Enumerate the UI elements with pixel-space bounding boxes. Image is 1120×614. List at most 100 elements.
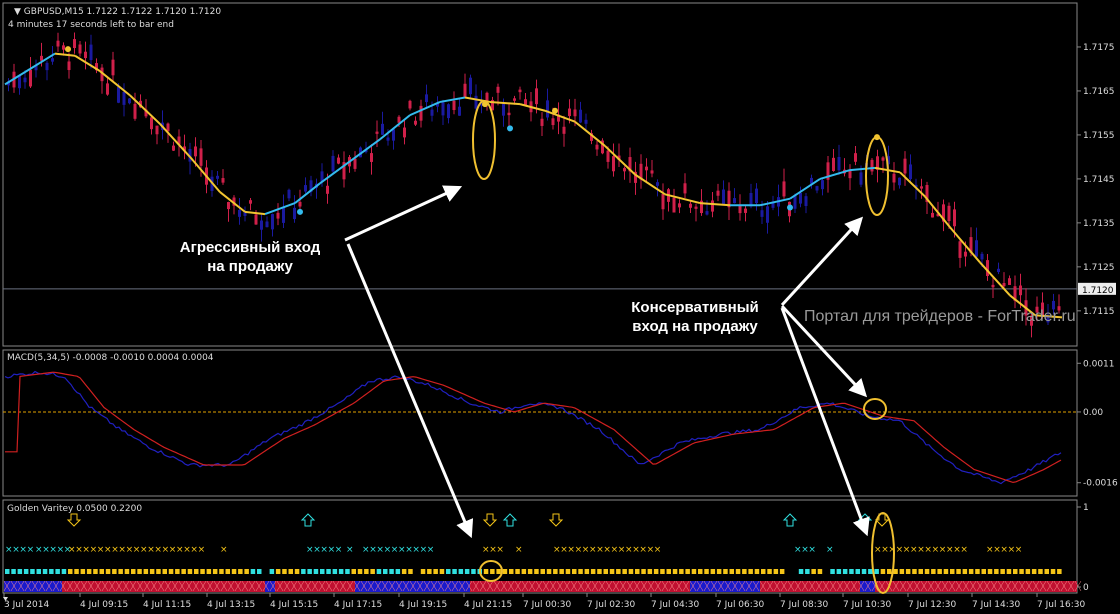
candle-body [760,210,764,217]
gv-square-mark [981,569,986,574]
gv-square-mark [420,569,426,574]
gv-square-mark [181,569,186,574]
gv-square-mark [370,569,375,574]
candle-body [848,170,852,179]
gv-square-mark [578,569,583,574]
gv-square-mark [357,569,363,574]
gv-square-mark [143,569,149,574]
gv-square-mark [244,569,249,574]
candle-body [216,175,219,179]
gv-square-mark [603,569,608,574]
gv-square-mark [905,569,911,574]
candle-body [414,120,417,125]
trend-ma-line [244,210,266,216]
gv-square-mark [716,569,722,574]
gv-square-mark [899,569,905,574]
gv-square-mark [30,569,35,574]
gv-square-mark [849,569,854,574]
macd-signal-line [5,371,1062,484]
gv-square-mark [534,569,539,574]
gv-square-mark [597,569,602,574]
gv-square-mark [1000,569,1005,574]
gv-square-mark [672,569,678,574]
gv-square-mark [950,569,955,574]
candle-body [397,116,401,123]
gv-square-mark [483,569,489,574]
chart-canvas[interactable]: × × × × × × × × ×× × × × × × × × × × × × × × × × × × × × × × × × × × × × × × ×… [0,0,1120,614]
candle-body [249,200,252,204]
candle-body [964,251,967,257]
time-tick-label: 7 Jul 16:30 [1037,600,1086,610]
annotation-arrow [780,216,864,307]
candle-body [331,155,335,172]
gv-square-mark [162,569,167,574]
candle-body [947,205,951,222]
time-tick-label: 3 Jul 2014 [4,600,49,610]
candle-body [111,59,115,76]
gv-square-mark [288,569,293,574]
gv-square-mark [168,569,174,574]
gv-square-mark [149,569,155,574]
gv-square-mark [685,569,690,574]
candle-body [326,185,329,194]
time-tick-label: 7 Jul 00:30 [523,600,572,610]
gv-square-mark [364,569,369,574]
gv-square-mark [61,569,67,574]
price-tick-label: 1.7145 [1083,175,1115,185]
candle-body [386,137,390,141]
highlight-ellipse [863,398,887,420]
gv-square-mark [1019,569,1024,574]
gv-square-mark [943,569,949,574]
candle-body [419,105,423,121]
candle-body [705,211,709,215]
gv-square-mark [912,569,917,574]
collapse-triangle-icon[interactable]: ▼ [14,7,21,17]
gv-square-mark [156,569,161,574]
candle-body [804,196,808,206]
candle-body [287,189,291,199]
gv-square-mark [584,569,590,574]
candle-body [458,106,461,116]
gv-square-mark [74,569,79,574]
candle-body [579,109,582,123]
candle-body [656,182,659,186]
candle-body [260,220,263,230]
gv-square-mark [735,569,741,574]
gv-square-mark [880,569,886,574]
candle-body [496,86,500,93]
gv-square-mark [868,569,873,574]
symbol-header: ▼ GBPUSD,M15 1.7122 1.7122 1.7120 1.7120 [14,7,221,17]
candle-body [958,241,962,258]
gv-square-mark [194,569,199,574]
gv-square-mark [761,569,766,574]
price-tick-label: 1.7125 [1083,263,1115,273]
gv-square-mark [748,569,753,574]
gv-square-mark [710,569,716,574]
gv-square-mark [294,569,300,574]
gv-square-mark [698,569,703,574]
candle-body [238,209,241,217]
time-tick-label: 4 Jul 19:15 [399,600,447,610]
candle-body [199,148,203,166]
candle-body [150,117,153,130]
gv-square-mark [609,569,615,574]
gv-square-mark [118,569,123,574]
macd-main-line [4,370,1062,485]
candle-body [881,157,885,161]
gv-square-mark [962,569,968,574]
candle-body [254,214,258,225]
candle-body [408,100,412,109]
candle-body [78,44,82,54]
gv-square-mark [704,569,709,574]
candle-body [859,172,863,185]
candle-body [425,94,428,103]
candle-body [562,126,566,134]
gv-square-mark [433,569,438,574]
candle-body [573,109,577,117]
gv-square-mark [540,569,545,574]
gv-square-mark [187,569,193,574]
gv-square-mark [975,569,980,574]
gv-square-mark [767,569,772,574]
gv-square-mark [994,569,999,574]
gv-square-mark [36,569,41,574]
